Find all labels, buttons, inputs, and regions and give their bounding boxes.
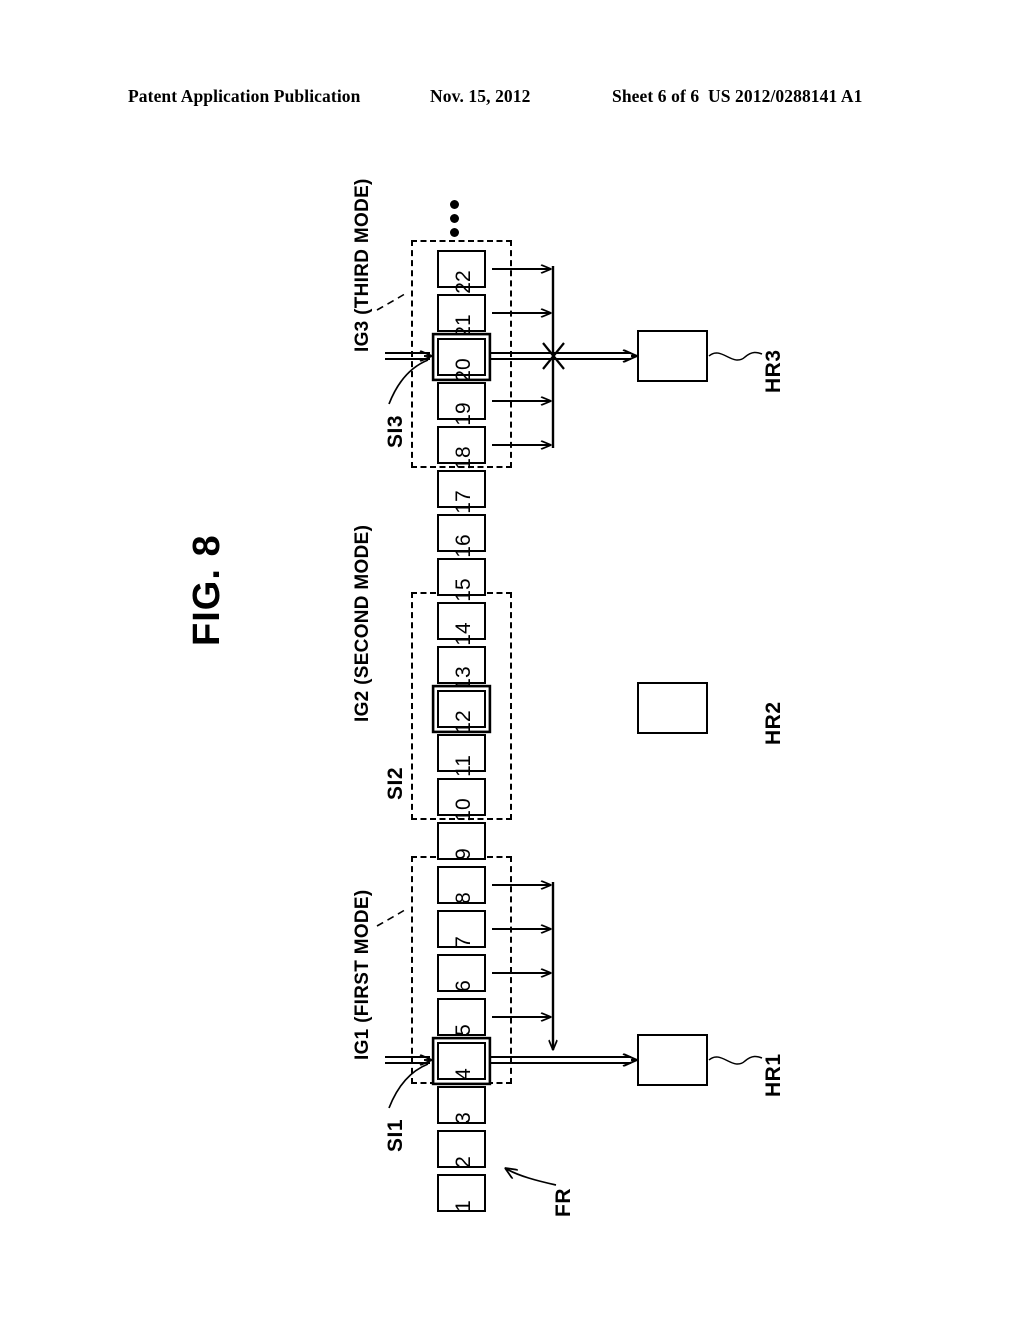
frame-box-4[interactable]: 4 [437, 1042, 486, 1080]
hr3-leader [708, 351, 763, 361]
frame-box-3[interactable]: 3 [437, 1086, 486, 1124]
frame-box-16[interactable]: 16 [437, 514, 486, 558]
fr-pointer-arrow [505, 1168, 557, 1186]
frame-sequence-label: FR [552, 1188, 575, 1217]
hr3-box[interactable] [637, 330, 708, 382]
connector-overlay [376, 0, 763, 1186]
frame-box-5[interactable]: 5 [437, 998, 486, 1036]
ig1-label-leader [376, 907, 409, 927]
frame-box-7[interactable]: 7 [437, 910, 486, 948]
frame-box-13[interactable]: 13 [437, 646, 486, 690]
input-label-si3: SI3 [384, 414, 407, 448]
input-label-si2: SI2 [384, 766, 407, 800]
group-label-ig1: IG1 (FIRST MODE) [352, 889, 373, 1060]
hr2-box[interactable] [637, 682, 708, 734]
hr1-box[interactable] [637, 1034, 708, 1086]
frame-box-8[interactable]: 8 [437, 866, 486, 904]
frame-box-19[interactable]: 19 [437, 382, 486, 426]
frame-box-21[interactable]: 21 [437, 294, 486, 338]
ig3-label-leader [376, 291, 409, 311]
group-label-ig2: IG2 (SECOND MODE) [352, 524, 373, 722]
frame-box-15[interactable]: 15 [437, 558, 486, 602]
frame-box-12[interactable]: 12 [437, 690, 486, 734]
output-label-hr1: HR1 [762, 1053, 785, 1097]
output-label-hr2: HR2 [762, 701, 785, 745]
frame-number: 1 [452, 1200, 475, 1212]
output-label-hr3: HR3 [762, 349, 785, 393]
frame-box-6[interactable]: 6 [437, 954, 486, 992]
frame-box-17[interactable]: 17 [437, 470, 486, 514]
hr1-leader [708, 1055, 763, 1065]
frame-box-18[interactable]: 18 [437, 426, 486, 470]
group-label-ig3: IG3 (THIRD MODE) [352, 178, 373, 352]
patent-figure-page: Patent Application Publication Nov. 15, … [0, 0, 1024, 1320]
frame-box-1[interactable]: 1 [437, 1174, 486, 1212]
frame-box-9[interactable]: 9 [437, 822, 486, 860]
frame-box-10[interactable]: 10 [437, 778, 486, 822]
frame-box-2[interactable]: 2 [437, 1130, 486, 1168]
frame-box-14[interactable]: 14 [437, 602, 486, 646]
frame-box-22[interactable]: 22 [437, 250, 486, 294]
input-label-si1: SI1 [384, 1118, 407, 1152]
frame-box-11[interactable]: 11 [437, 734, 486, 777]
frame-box-20[interactable]: 20 [437, 338, 486, 382]
